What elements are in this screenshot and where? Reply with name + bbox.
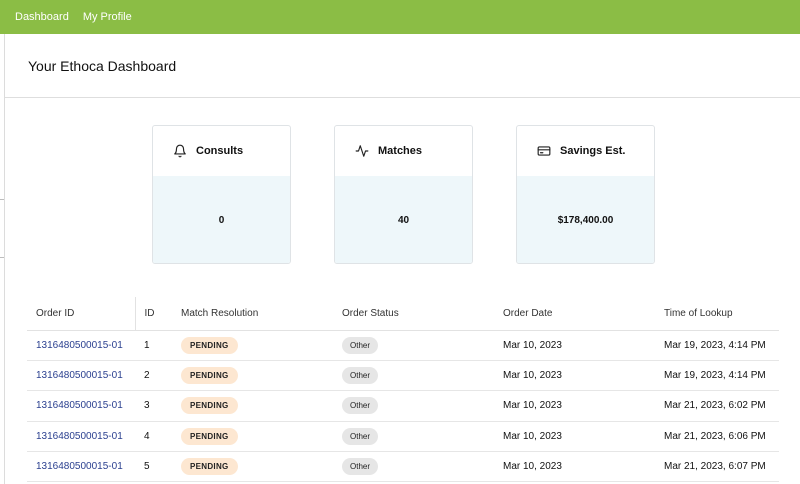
status-badge: PENDING: [181, 367, 238, 385]
credit-card-icon: [537, 146, 551, 156]
table-row: 1316480500015-01 1 PENDING Other Mar 10,…: [27, 330, 779, 361]
card-title: Savings Est.: [560, 145, 626, 157]
id-cell: 5: [135, 451, 172, 483]
card-value: $178,400.00: [517, 176, 654, 263]
order-date-cell: Mar 10, 2023: [494, 360, 655, 392]
resolution-cell: PENDING: [172, 360, 333, 392]
order-id-link[interactable]: 1316480500015-01: [36, 400, 123, 411]
main-content: Your Ethoca Dashboard Consults 0 Matches…: [4, 34, 800, 484]
resolution-cell: PENDING: [172, 421, 333, 453]
lookup-time-cell: Mar 21, 2023, 6:02 PM: [655, 390, 779, 422]
id-cell: 4: [135, 421, 172, 453]
status-cell: Other: [333, 421, 494, 453]
card-value: 0: [153, 176, 290, 263]
page-title: Your Ethoca Dashboard: [28, 57, 177, 74]
order-id-cell: 1316480500015-01: [27, 421, 135, 453]
status-cell: Other: [333, 390, 494, 422]
orders-table: Order ID ID Match Resolution Order Statu…: [27, 297, 779, 483]
order-id-cell: 1316480500015-01: [27, 390, 135, 422]
id-cell: 1: [135, 330, 172, 361]
order-date-cell: Mar 10, 2023: [494, 421, 655, 453]
table-header-row: Order ID ID Match Resolution Order Statu…: [27, 297, 779, 331]
status-badge: Other: [342, 458, 379, 476]
card-header: Savings Est.: [517, 126, 654, 176]
resolution-cell: PENDING: [172, 390, 333, 422]
column-header-time-of-lookup[interactable]: Time of Lookup: [655, 297, 779, 331]
table-row: 1316480500015-01 2 PENDING Other Mar 10,…: [27, 360, 779, 392]
resolution-cell: PENDING: [172, 330, 333, 361]
bell-icon: [174, 144, 186, 158]
id-cell: 3: [135, 390, 172, 422]
summary-cards: Consults 0 Matches 40 Savings Est. $178,…: [5, 125, 800, 265]
table-row: 1316480500015-01 3 PENDING Other Mar 10,…: [27, 390, 779, 422]
id-cell: 2: [135, 360, 172, 392]
page-header: Your Ethoca Dashboard: [5, 34, 800, 98]
status-cell: Other: [333, 451, 494, 483]
status-badge: PENDING: [181, 458, 238, 476]
card-savings: Savings Est. $178,400.00: [516, 125, 655, 264]
top-nav: Dashboard My Profile: [0, 0, 800, 34]
card-title: Consults: [196, 145, 244, 157]
order-id-link[interactable]: 1316480500015-01: [36, 461, 123, 472]
lookup-time-cell: Mar 19, 2023, 4:14 PM: [655, 360, 779, 392]
status-badge: PENDING: [181, 427, 238, 445]
column-header-order-id[interactable]: Order ID: [27, 297, 136, 331]
nav-my-profile[interactable]: My Profile: [83, 11, 132, 23]
table-row: 1316480500015-01 5 PENDING Other Mar 10,…: [27, 451, 779, 483]
card-header: Matches: [335, 126, 472, 176]
status-badge: PENDING: [181, 336, 238, 354]
card-matches: Matches 40: [334, 125, 473, 264]
order-date-cell: Mar 10, 2023: [494, 390, 655, 422]
activity-icon: [355, 145, 369, 157]
order-id-cell: 1316480500015-01: [27, 451, 135, 483]
order-id-link[interactable]: 1316480500015-01: [36, 431, 123, 442]
lookup-time-cell: Mar 21, 2023, 6:07 PM: [655, 451, 779, 483]
card-value: 40: [335, 176, 472, 263]
card-consults: Consults 0: [152, 125, 291, 264]
status-badge: PENDING: [181, 397, 238, 415]
column-header-id[interactable]: ID: [135, 297, 172, 331]
status-badge: Other: [342, 397, 379, 415]
order-id-link[interactable]: 1316480500015-01: [36, 340, 123, 351]
nav-dashboard[interactable]: Dashboard: [15, 11, 69, 23]
resolution-cell: PENDING: [172, 451, 333, 483]
column-header-order-date[interactable]: Order Date: [494, 297, 655, 331]
lookup-time-cell: Mar 19, 2023, 4:14 PM: [655, 330, 779, 361]
status-cell: Other: [333, 330, 494, 361]
card-title: Matches: [378, 145, 423, 157]
card-header: Consults: [153, 126, 290, 176]
status-badge: Other: [342, 336, 379, 354]
status-badge: Other: [342, 427, 379, 445]
order-id-link[interactable]: 1316480500015-01: [36, 370, 123, 381]
column-header-match-resolution[interactable]: Match Resolution: [172, 297, 333, 331]
order-id-cell: 1316480500015-01: [27, 330, 135, 361]
table-row: 1316480500015-01 4 PENDING Other Mar 10,…: [27, 421, 779, 453]
lookup-time-cell: Mar 21, 2023, 6:06 PM: [655, 421, 779, 453]
order-date-cell: Mar 10, 2023: [494, 451, 655, 483]
status-badge: Other: [342, 367, 379, 385]
order-date-cell: Mar 10, 2023: [494, 330, 655, 361]
status-cell: Other: [333, 360, 494, 392]
order-id-cell: 1316480500015-01: [27, 360, 135, 392]
column-header-order-status[interactable]: Order Status: [333, 297, 494, 331]
